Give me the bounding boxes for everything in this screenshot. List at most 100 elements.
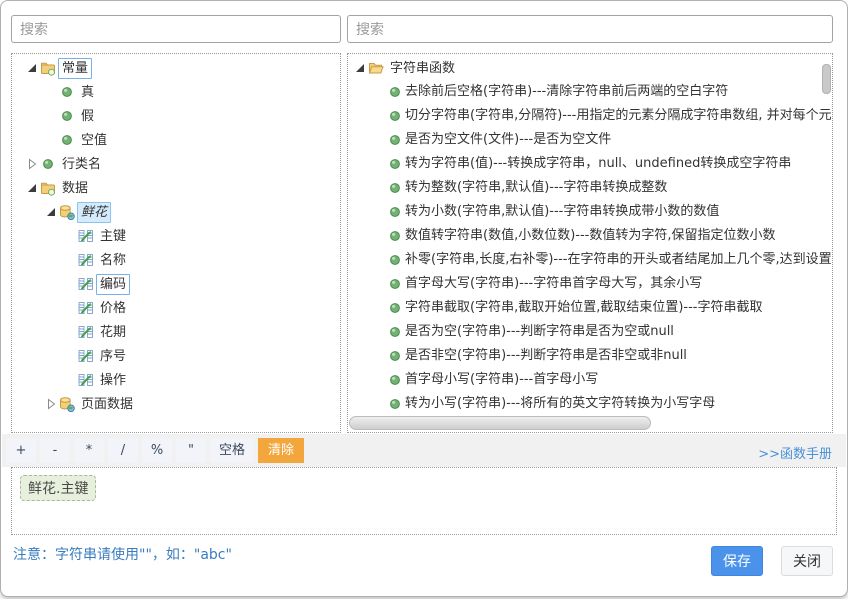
function-group-label[interactable]: 字符串函数	[386, 58, 459, 79]
functions-search-input[interactable]	[347, 15, 833, 43]
vertical-scrollbar-thumb[interactable]	[822, 64, 831, 94]
function-item[interactable]: 首字母小写(字符串)---首字母小写	[348, 368, 832, 392]
tree-node[interactable]: 花期	[12, 320, 340, 344]
function-item-label[interactable]: 转为字符串(值)---转换成字符串，null、undefined转换成空字符串	[405, 152, 791, 176]
function-item-label[interactable]: 转为小数(字符串,默认值)---字符串转换成带小数的数值	[405, 200, 719, 224]
save-button[interactable]: 保存	[711, 546, 763, 576]
bullet-icon	[40, 156, 58, 172]
clear-button[interactable]: 清除	[258, 438, 304, 463]
function-group-node[interactable]: 字符串函数	[348, 56, 832, 80]
function-item[interactable]: 数值转字符串(数值,小数位数)---数值转为字符,保留指定位数小数	[348, 224, 832, 248]
function-item[interactable]: 转为小写(字符串)---将所有的英文字符转换为小写字母	[348, 392, 832, 416]
tree-node-label[interactable]: 空值	[77, 130, 111, 151]
indent-spacer	[371, 133, 387, 147]
indent-spacer	[62, 373, 78, 387]
function-manual-link[interactable]: >>函数手册	[758, 443, 832, 462]
tree-node-label[interactable]: 鲜花	[77, 202, 111, 223]
bullet-icon	[387, 84, 405, 100]
expand-arrow-icon[interactable]	[43, 397, 59, 411]
indent-spacer	[371, 157, 387, 171]
tree-node-label[interactable]: 数据	[58, 178, 92, 199]
function-item[interactable]: 去除前后空格(字符串)---清除字符串前后两端的空白字符	[348, 80, 832, 104]
tree-node[interactable]: 编码	[12, 272, 340, 296]
tree-node-label[interactable]: 行类名	[58, 154, 105, 175]
collapse-arrow-icon[interactable]	[43, 205, 59, 219]
indent-spacer	[371, 109, 387, 123]
function-item-label[interactable]: 转为小写(字符串)---将所有的英文字符转换为小写字母	[405, 392, 715, 416]
tree-node[interactable]: 操作	[12, 368, 340, 392]
tree-node-label[interactable]: 真	[77, 82, 98, 103]
operator-button[interactable]: "	[176, 438, 206, 463]
operator-button[interactable]: -	[40, 438, 70, 463]
operator-button[interactable]: +	[6, 438, 36, 463]
bullet-icon	[387, 252, 405, 268]
operator-button[interactable]: *	[74, 438, 104, 463]
indent-spacer	[62, 277, 78, 291]
collapse-arrow-icon[interactable]	[24, 181, 40, 195]
tree-node-label[interactable]: 操作	[96, 370, 130, 391]
tree-node[interactable]: 数据	[12, 176, 340, 200]
tree-node-label[interactable]: 序号	[96, 346, 130, 367]
function-item-label[interactable]: 补零(字符串,长度,右补零)---在字符串的开头或者结尾加上几个零,达到设置	[405, 248, 832, 272]
tree-node[interactable]: 鲜花	[12, 200, 340, 224]
function-item-label[interactable]: 首字母小写(字符串)---首字母小写	[405, 368, 598, 392]
space-button[interactable]: 空格	[210, 438, 254, 463]
tree-node-label[interactable]: 假	[77, 106, 98, 127]
indent-spacer	[371, 397, 387, 411]
function-item-label[interactable]: 是否为空文件(文件)---是否为空文件	[405, 128, 611, 152]
expand-arrow-icon[interactable]	[24, 157, 40, 171]
function-item[interactable]: 是否非空(字符串)---判断字符串是否非空或非null	[348, 344, 832, 368]
tree-node[interactable]: 空值	[12, 128, 340, 152]
tree-node[interactable]: 主键	[12, 224, 340, 248]
collapse-arrow-icon[interactable]	[352, 61, 368, 75]
bullet-icon	[387, 204, 405, 220]
tree-node-label[interactable]: 价格	[96, 298, 130, 319]
function-item[interactable]: 补零(字符串,长度,右补零)---在字符串的开头或者结尾加上几个零,达到设置	[348, 248, 832, 272]
tree-node[interactable]: 页面数据	[12, 392, 340, 416]
function-item-label[interactable]: 数值转字符串(数值,小数位数)---数值转为字符,保留指定位数小数	[405, 224, 775, 248]
indent-spacer	[371, 325, 387, 339]
operator-button[interactable]: %	[142, 438, 172, 463]
tree-node-label[interactable]: 编码	[96, 274, 130, 295]
formula-editor-area[interactable]: 鲜花.主键	[11, 467, 837, 535]
tree-node[interactable]: 假	[12, 104, 340, 128]
indent-spacer	[371, 373, 387, 387]
indent-spacer	[371, 181, 387, 195]
function-item-label[interactable]: 去除前后空格(字符串)---清除字符串前后两端的空白字符	[405, 80, 728, 104]
function-item[interactable]: 切分字符串(字符串,分隔符)---用指定的元素分隔成字符串数组, 并对每个元	[348, 104, 832, 128]
variables-tree-panel: 常量真假空值行类名数据鲜花主键名称编码价格花期序号操作页面数据	[11, 53, 341, 433]
field-icon	[78, 276, 96, 292]
function-item-label[interactable]: 首字母大写(字符串)---字符串首字母大写，其余小写	[405, 272, 702, 296]
indent-spacer	[371, 349, 387, 363]
operator-button[interactable]: /	[108, 438, 138, 463]
function-item[interactable]: 首字母大写(字符串)---字符串首字母大写，其余小写	[348, 272, 832, 296]
tree-node[interactable]: 常量	[12, 56, 340, 80]
function-item-label[interactable]: 转为整数(字符串,默认值)---字符串转换成整数	[405, 176, 667, 200]
tree-node[interactable]: 名称	[12, 248, 340, 272]
function-item[interactable]: 是否为空文件(文件)---是否为空文件	[348, 128, 832, 152]
tree-node-label[interactable]: 名称	[96, 250, 130, 271]
variables-search-input[interactable]	[11, 15, 341, 43]
tree-node[interactable]: 行类名	[12, 152, 340, 176]
collapse-arrow-icon[interactable]	[24, 61, 40, 75]
function-item[interactable]: 转为字符串(值)---转换成字符串，null、undefined转换成空字符串	[348, 152, 832, 176]
function-item-label[interactable]: 是否为空(字符串)---判断字符串是否为空或null	[405, 320, 674, 344]
formula-token[interactable]: 鲜花.主键	[20, 475, 96, 501]
function-item-label[interactable]: 字符串截取(字符串,截取开始位置,截取结束位置)---字符串截取	[405, 296, 762, 320]
function-item[interactable]: 是否为空(字符串)---判断字符串是否为空或null	[348, 320, 832, 344]
horizontal-scrollbar-thumb[interactable]	[349, 416, 651, 430]
function-item[interactable]: 转为小数(字符串,默认值)---字符串转换成带小数的数值	[348, 200, 832, 224]
tree-node-label[interactable]: 常量	[58, 58, 92, 79]
tree-node-label[interactable]: 页面数据	[77, 394, 137, 415]
tree-node[interactable]: 序号	[12, 344, 340, 368]
function-item[interactable]: 字符串截取(字符串,截取开始位置,截取结束位置)---字符串截取	[348, 296, 832, 320]
function-item-label[interactable]: 是否非空(字符串)---判断字符串是否非空或非null	[405, 344, 687, 368]
close-button[interactable]: 关闭	[781, 546, 833, 576]
tree-node[interactable]: 价格	[12, 296, 340, 320]
tree-node[interactable]: 真	[12, 80, 340, 104]
tree-node-label[interactable]: 花期	[96, 322, 130, 343]
bullet-icon	[387, 180, 405, 196]
tree-node-label[interactable]: 主键	[96, 226, 130, 247]
function-item[interactable]: 转为整数(字符串,默认值)---字符串转换成整数	[348, 176, 832, 200]
function-item-label[interactable]: 切分字符串(字符串,分隔符)---用指定的元素分隔成字符串数组, 并对每个元	[405, 104, 832, 128]
